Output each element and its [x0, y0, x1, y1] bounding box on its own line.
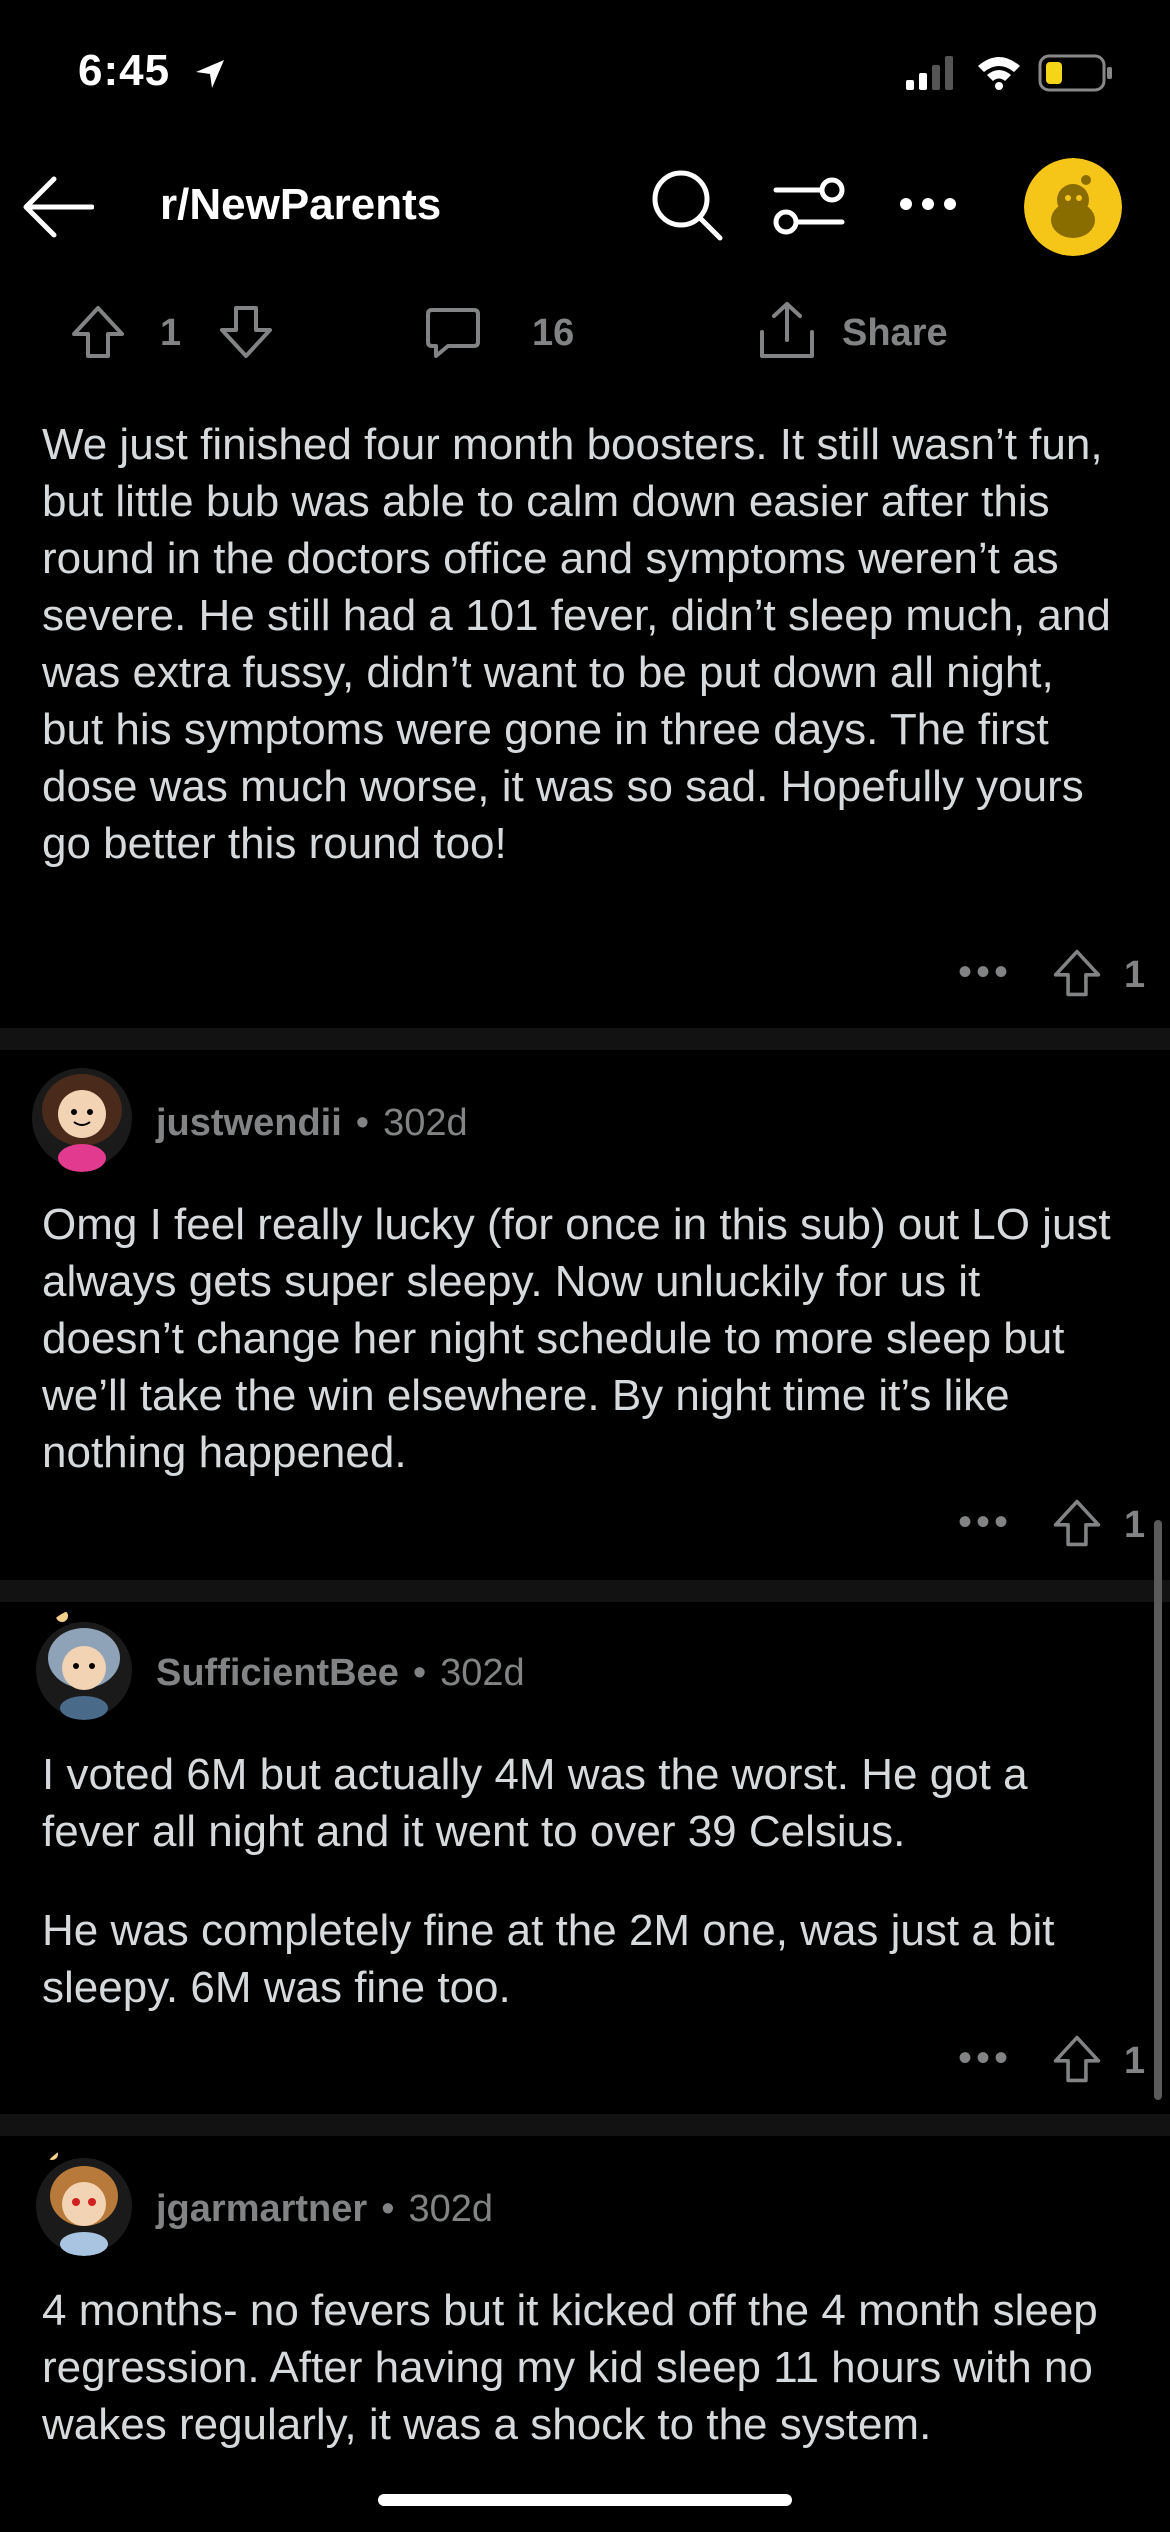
home-indicator[interactable] — [378, 2494, 792, 2506]
comment-paragraph: 4 months- no fevers but it kicked off th… — [42, 2286, 1098, 2449]
comment-body: I voted 6M but actually 4M was the worst… — [42, 1746, 1122, 2016]
filter-icon[interactable] — [772, 176, 846, 238]
upvote-icon[interactable] — [1052, 948, 1102, 998]
signal-icon — [906, 56, 953, 90]
comment-vote-count: 1 — [1124, 1504, 1146, 1546]
comment-header: SufficientBee • 302d — [156, 1652, 525, 1695]
comment-more-button[interactable]: ••• — [958, 2036, 1012, 2081]
upvote-icon[interactable] — [1052, 1498, 1102, 1548]
comment-paragraph: He was completely fine at the 2M one, wa… — [42, 1906, 1055, 2012]
upvote-icon[interactable] — [70, 304, 126, 360]
comment-age: 302d — [440, 1652, 525, 1694]
battery-icon — [1038, 54, 1112, 92]
user-avatar[interactable] — [34, 1608, 134, 1720]
meta-separator: • — [355, 1102, 370, 1144]
back-arrow-icon[interactable] — [22, 174, 94, 240]
comment-header: justwendii • 302d — [156, 1102, 468, 1145]
location-arrow-icon — [196, 60, 224, 88]
avatar[interactable] — [1024, 158, 1122, 256]
comment-body: 4 months- no fevers but it kicked off th… — [42, 2282, 1122, 2453]
comment-body: We just finished four month boosters. It… — [42, 416, 1122, 872]
comment-vote-count: 1 — [1124, 2040, 1146, 2082]
meta-separator: • — [381, 2188, 395, 2230]
wifi-icon — [978, 57, 1020, 90]
share-button[interactable]: Share — [842, 312, 948, 355]
comment-more-button[interactable]: ••• — [958, 950, 1012, 995]
comment-age: 302d — [383, 1102, 468, 1144]
comment-divider — [0, 1028, 1170, 1050]
meta-separator: • — [412, 1652, 427, 1694]
downvote-icon[interactable] — [218, 304, 274, 360]
comment-paragraph: Omg I feel really lucky (for once in thi… — [42, 1200, 1111, 1477]
comment-more-button[interactable]: ••• — [958, 1500, 1012, 1545]
comment-username[interactable]: SufficientBee — [156, 1652, 399, 1695]
more-icon[interactable] — [898, 196, 958, 212]
post-upvote-count: 1 — [160, 312, 182, 354]
share-icon[interactable] — [756, 300, 818, 362]
comment-divider — [0, 2114, 1170, 2136]
comment-header: jgarmartner • 302d — [156, 2188, 493, 2231]
search-icon[interactable] — [650, 168, 724, 242]
scrollbar[interactable] — [1154, 1520, 1162, 2100]
comment-age: 302d — [408, 2188, 494, 2230]
comment-username[interactable]: jgarmartner — [156, 2188, 367, 2231]
subreddit-title[interactable]: r/NewParents — [160, 180, 441, 230]
comment-paragraph: I voted 6M but actually 4M was the worst… — [42, 1750, 1028, 1856]
comment-vote-count: 1 — [1124, 954, 1146, 996]
user-avatar[interactable] — [30, 1060, 134, 1172]
comment-body: Omg I feel really lucky (for once in thi… — [42, 1196, 1122, 1481]
comment-paragraph: We just finished four month boosters. It… — [42, 420, 1111, 868]
upvote-icon[interactable] — [1052, 2034, 1102, 2084]
comment-icon[interactable] — [424, 306, 482, 360]
comment-divider — [0, 1580, 1170, 1602]
status-time: 6:45 — [78, 46, 171, 95]
post-comment-count[interactable]: 16 — [532, 312, 574, 355]
comment-username[interactable]: justwendii — [156, 1102, 342, 1145]
user-avatar[interactable] — [34, 2144, 134, 2256]
